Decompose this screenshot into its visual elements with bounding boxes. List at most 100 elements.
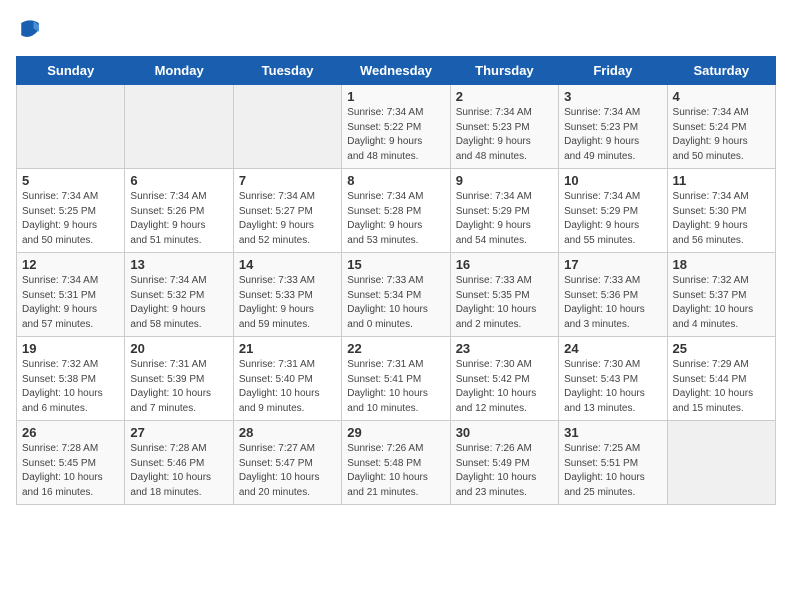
- day-info: Sunrise: 7:34 AM Sunset: 5:27 PM Dayligh…: [239, 190, 336, 248]
- calendar-week-row: 26 Sunrise: 7:28 AM Sunset: 5:45 PM Dayli…: [17, 421, 776, 505]
- day-info: Sunrise: 7:34 AM Sunset: 5:30 PM Dayligh…: [673, 190, 770, 248]
- day-info: Sunrise: 7:34 AM Sunset: 5:29 PM Dayligh…: [456, 190, 553, 248]
- table-row: 24Sunrise: 7:30 AM Sunset: 5:43 PM Dayli…: [559, 337, 667, 421]
- table-row: 21 Sunrise: 7:31 AM Sunset: 5:40 PM Dayli…: [233, 337, 341, 421]
- day-info: Sunrise: 7:32 AM Sunset: 5:38 PM Dayligh…: [22, 358, 119, 416]
- table-row: 1 Sunrise: 7:34 AM Sunset: 5:22 PM Daylig…: [342, 85, 450, 169]
- table-row: 11 Sunrise: 7:34 AM Sunset: 5:30 PM Dayli…: [667, 169, 775, 253]
- day-number: 8: [347, 173, 444, 188]
- table-row: [667, 421, 775, 505]
- day-info: Sunrise: 7:34 AM Sunset: 5:28 PM Dayligh…: [347, 190, 444, 248]
- day-number: 31: [564, 425, 661, 440]
- day-info: Sunrise: 7:25 AM Sunset: 5:51 PM Dayligh…: [564, 442, 661, 500]
- calendar-week-row: 19 Sunrise: 7:32 AM Sunset: 5:38 PM Dayli…: [17, 337, 776, 421]
- day-header: Saturday: [667, 57, 775, 85]
- table-row: 18Sunrise: 7:32 AM Sunset: 5:37 PM Dayli…: [667, 253, 775, 337]
- day-number: 11: [673, 173, 770, 188]
- table-row: 9 Sunrise: 7:34 AM Sunset: 5:29 PM Daylig…: [450, 169, 558, 253]
- day-header: Tuesday: [233, 57, 341, 85]
- day-number: 13: [130, 257, 227, 272]
- day-header: Friday: [559, 57, 667, 85]
- day-info: Sunrise: 7:34 AM Sunset: 5:23 PM Dayligh…: [564, 106, 661, 164]
- table-row: 7 Sunrise: 7:34 AM Sunset: 5:27 PM Daylig…: [233, 169, 341, 253]
- logo: [16, 16, 48, 44]
- day-number: 7: [239, 173, 336, 188]
- day-number: 2: [456, 89, 553, 104]
- day-info: Sunrise: 7:34 AM Sunset: 5:32 PM Dayligh…: [130, 274, 227, 332]
- table-row: 16 Sunrise: 7:33 AM Sunset: 5:35 PM Dayli…: [450, 253, 558, 337]
- table-row: 22 Sunrise: 7:31 AM Sunset: 5:41 PM Dayli…: [342, 337, 450, 421]
- day-number: 23: [456, 341, 553, 356]
- day-number: 27: [130, 425, 227, 440]
- table-row: [125, 85, 233, 169]
- day-info: Sunrise: 7:34 AM Sunset: 5:26 PM Dayligh…: [130, 190, 227, 248]
- day-number: 3: [564, 89, 661, 104]
- table-row: 25Sunrise: 7:29 AM Sunset: 5:44 PM Dayli…: [667, 337, 775, 421]
- day-info: Sunrise: 7:33 AM Sunset: 5:35 PM Dayligh…: [456, 274, 553, 332]
- table-row: 20 Sunrise: 7:31 AM Sunset: 5:39 PM Dayli…: [125, 337, 233, 421]
- day-info: Sunrise: 7:26 AM Sunset: 5:48 PM Dayligh…: [347, 442, 444, 500]
- day-number: 17: [564, 257, 661, 272]
- table-row: 15 Sunrise: 7:33 AM Sunset: 5:34 PM Dayli…: [342, 253, 450, 337]
- day-info: Sunrise: 7:34 AM Sunset: 5:24 PM Dayligh…: [673, 106, 770, 164]
- day-info: Sunrise: 7:26 AM Sunset: 5:49 PM Dayligh…: [456, 442, 553, 500]
- day-number: 5: [22, 173, 119, 188]
- day-number: 28: [239, 425, 336, 440]
- table-row: 23 Sunrise: 7:30 AM Sunset: 5:42 PM Dayli…: [450, 337, 558, 421]
- day-info: Sunrise: 7:31 AM Sunset: 5:40 PM Dayligh…: [239, 358, 336, 416]
- day-info: Sunrise: 7:33 AM Sunset: 5:33 PM Dayligh…: [239, 274, 336, 332]
- day-info: Sunrise: 7:27 AM Sunset: 5:47 PM Dayligh…: [239, 442, 336, 500]
- day-number: 4: [673, 89, 770, 104]
- day-info: Sunrise: 7:30 AM Sunset: 5:42 PM Dayligh…: [456, 358, 553, 416]
- logo-icon: [16, 16, 44, 44]
- calendar-week-row: 1 Sunrise: 7:34 AM Sunset: 5:22 PM Daylig…: [17, 85, 776, 169]
- day-header: Wednesday: [342, 57, 450, 85]
- day-info: Sunrise: 7:31 AM Sunset: 5:39 PM Dayligh…: [130, 358, 227, 416]
- table-row: 8 Sunrise: 7:34 AM Sunset: 5:28 PM Daylig…: [342, 169, 450, 253]
- day-info: Sunrise: 7:32 AM Sunset: 5:37 PM Dayligh…: [673, 274, 770, 332]
- day-info: Sunrise: 7:33 AM Sunset: 5:34 PM Dayligh…: [347, 274, 444, 332]
- table-row: 17 Sunrise: 7:33 AM Sunset: 5:36 PM Dayli…: [559, 253, 667, 337]
- day-info: Sunrise: 7:29 AM Sunset: 5:44 PM Dayligh…: [673, 358, 770, 416]
- table-row: 30 Sunrise: 7:26 AM Sunset: 5:49 PM Dayli…: [450, 421, 558, 505]
- day-number: 19: [22, 341, 119, 356]
- calendar-week-row: 5Sunrise: 7:34 AM Sunset: 5:25 PM Daylig…: [17, 169, 776, 253]
- day-number: 29: [347, 425, 444, 440]
- day-info: Sunrise: 7:31 AM Sunset: 5:41 PM Dayligh…: [347, 358, 444, 416]
- day-number: 20: [130, 341, 227, 356]
- table-row: [17, 85, 125, 169]
- day-number: 1: [347, 89, 444, 104]
- table-row: 28 Sunrise: 7:27 AM Sunset: 5:47 PM Dayli…: [233, 421, 341, 505]
- day-info: Sunrise: 7:33 AM Sunset: 5:36 PM Dayligh…: [564, 274, 661, 332]
- day-number: 26: [22, 425, 119, 440]
- day-info: Sunrise: 7:34 AM Sunset: 5:22 PM Dayligh…: [347, 106, 444, 164]
- page-header: [16, 16, 776, 44]
- table-row: 13 Sunrise: 7:34 AM Sunset: 5:32 PM Dayli…: [125, 253, 233, 337]
- day-info: Sunrise: 7:30 AM Sunset: 5:43 PM Dayligh…: [564, 358, 661, 416]
- day-number: 21: [239, 341, 336, 356]
- table-row: 26 Sunrise: 7:28 AM Sunset: 5:45 PM Dayli…: [17, 421, 125, 505]
- table-row: 29 Sunrise: 7:26 AM Sunset: 5:48 PM Dayli…: [342, 421, 450, 505]
- table-row: 10Sunrise: 7:34 AM Sunset: 5:29 PM Dayli…: [559, 169, 667, 253]
- day-number: 30: [456, 425, 553, 440]
- day-number: 22: [347, 341, 444, 356]
- day-number: 16: [456, 257, 553, 272]
- day-header: Monday: [125, 57, 233, 85]
- table-row: 4 Sunrise: 7:34 AM Sunset: 5:24 PM Daylig…: [667, 85, 775, 169]
- day-info: Sunrise: 7:34 AM Sunset: 5:29 PM Dayligh…: [564, 190, 661, 248]
- day-number: 14: [239, 257, 336, 272]
- calendar-week-row: 12Sunrise: 7:34 AM Sunset: 5:31 PM Dayli…: [17, 253, 776, 337]
- header-row: SundayMondayTuesdayWednesdayThursdayFrid…: [17, 57, 776, 85]
- calendar-table: SundayMondayTuesdayWednesdayThursdayFrid…: [16, 56, 776, 505]
- day-info: Sunrise: 7:28 AM Sunset: 5:46 PM Dayligh…: [130, 442, 227, 500]
- day-info: Sunrise: 7:34 AM Sunset: 5:31 PM Dayligh…: [22, 274, 119, 332]
- table-row: 19 Sunrise: 7:32 AM Sunset: 5:38 PM Dayli…: [17, 337, 125, 421]
- table-row: 2Sunrise: 7:34 AM Sunset: 5:23 PM Daylig…: [450, 85, 558, 169]
- day-info: Sunrise: 7:28 AM Sunset: 5:45 PM Dayligh…: [22, 442, 119, 500]
- table-row: 3 Sunrise: 7:34 AM Sunset: 5:23 PM Daylig…: [559, 85, 667, 169]
- table-row: 31 Sunrise: 7:25 AM Sunset: 5:51 PM Dayli…: [559, 421, 667, 505]
- day-number: 9: [456, 173, 553, 188]
- table-row: 14 Sunrise: 7:33 AM Sunset: 5:33 PM Dayli…: [233, 253, 341, 337]
- day-header: Sunday: [17, 57, 125, 85]
- day-number: 15: [347, 257, 444, 272]
